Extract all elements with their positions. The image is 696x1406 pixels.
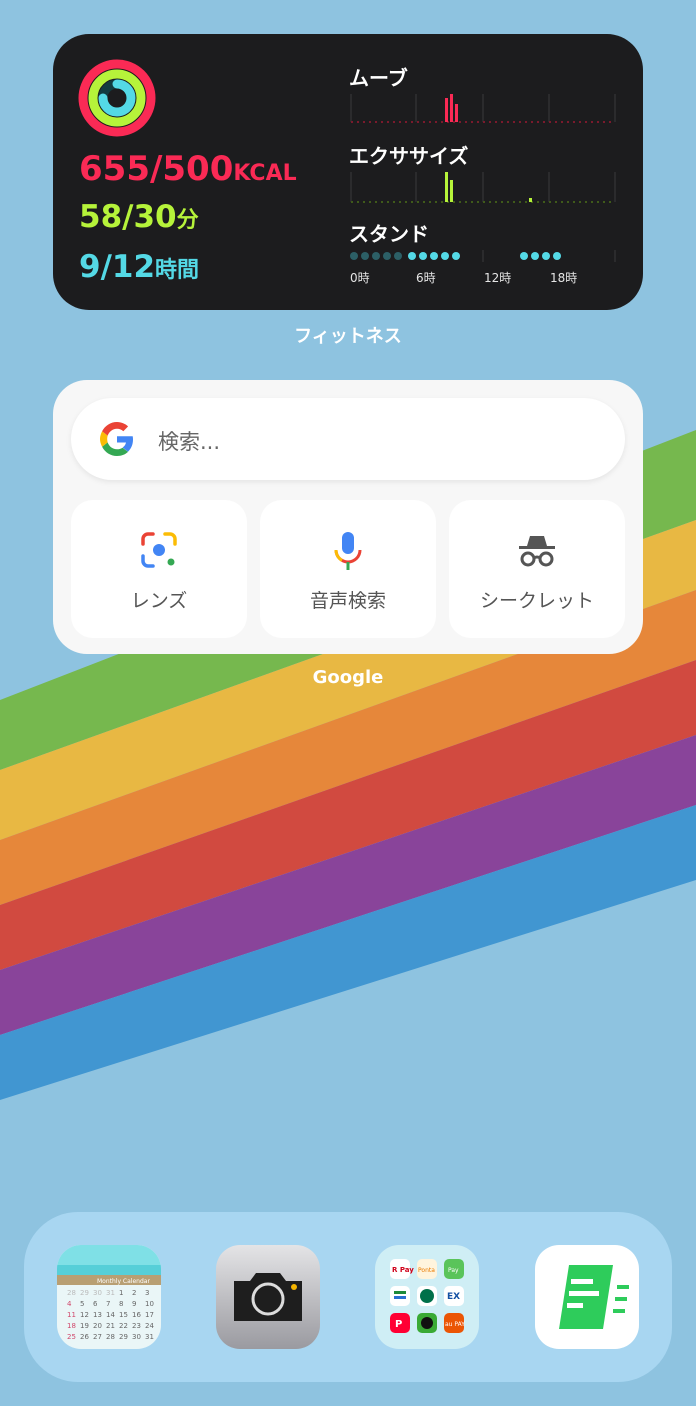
move-chart-label: ムーブ bbox=[349, 66, 408, 90]
stand-unit: 時間 bbox=[155, 258, 200, 283]
calendar-day: 7 bbox=[106, 1300, 110, 1308]
calendar-icon: Monthly Calendar 28 29 30 31 1 2 34 5 6 7 8 9 1011 12… bbox=[57, 1245, 161, 1349]
camera-icon bbox=[216, 1245, 320, 1349]
calendar-day: 2 bbox=[132, 1289, 136, 1297]
voice-search-label: 音声検索 bbox=[309, 590, 386, 612]
incognito-label: シークレット bbox=[479, 590, 594, 612]
calendar-day: 10 bbox=[145, 1300, 154, 1308]
calendar-day: 31 bbox=[106, 1289, 115, 1297]
search-placeholder: 検索... bbox=[158, 430, 221, 454]
exercise-chart-label: エクササイズ bbox=[349, 144, 469, 168]
google-search-bar[interactable]: 検索... bbox=[71, 398, 625, 480]
google-widget: 検索... レンズ 音声検索 シークレット bbox=[53, 380, 643, 654]
hour-label-0: 0時 bbox=[350, 271, 370, 285]
calendar-day: 30 bbox=[132, 1333, 141, 1341]
move-chart bbox=[350, 94, 616, 123]
calendar-day: 29 bbox=[80, 1289, 89, 1297]
incognito-icon bbox=[519, 536, 555, 567]
calendar-day: 31 bbox=[145, 1333, 154, 1341]
lens-label: レンズ bbox=[130, 590, 188, 612]
google-widget-caption: Google bbox=[312, 667, 384, 688]
calendar-day: 21 bbox=[106, 1322, 115, 1330]
calendar-day: 24 bbox=[145, 1322, 154, 1330]
calendar-day: 17 bbox=[145, 1311, 154, 1319]
monthly-calendar-app[interactable]: Monthly Calendar 28 29 30 31 1 2 3 4 5 6 7 8 9 10 11 12… bbox=[57, 1245, 161, 1349]
incognito-button[interactable]: シークレット bbox=[449, 500, 625, 638]
calendar-day: 4 bbox=[67, 1300, 72, 1308]
hour-label-12: 12時 bbox=[484, 271, 512, 285]
stand-chart bbox=[350, 250, 616, 262]
microphone-icon bbox=[334, 532, 362, 570]
calendar-day: 22 bbox=[119, 1322, 128, 1330]
stand-stat: 9/12時間 bbox=[79, 249, 199, 285]
move-stat: 655/500KCAL bbox=[79, 149, 297, 189]
notes-app[interactable] bbox=[535, 1245, 639, 1349]
payment-folder[interactable]: R Pay Ponta Pay EX P au PAY bbox=[375, 1245, 479, 1349]
calendar-day: 27 bbox=[93, 1333, 102, 1341]
calendar-day: 26 bbox=[80, 1333, 89, 1341]
svg-text:EX: EX bbox=[447, 1292, 460, 1302]
calendar-day: 12 bbox=[80, 1311, 89, 1319]
calendar-day: 30 bbox=[93, 1289, 102, 1297]
svg-text:Ponta: Ponta bbox=[418, 1267, 435, 1274]
move-unit: KCAL bbox=[233, 161, 297, 186]
svg-text:R Pay: R Pay bbox=[392, 1266, 414, 1274]
calendar-day: 18 bbox=[67, 1322, 76, 1330]
calendar-day: 6 bbox=[93, 1300, 98, 1308]
calendar-day: 28 bbox=[106, 1333, 115, 1341]
calendar-day: 19 bbox=[80, 1322, 89, 1330]
calendar-day: 11 bbox=[67, 1311, 76, 1319]
folder-icon: R Pay Ponta Pay EX P au PAY bbox=[375, 1245, 479, 1349]
exercise-value: 58/30 bbox=[79, 199, 177, 235]
stand-chart-label: スタンド bbox=[349, 222, 429, 246]
calendar-day: 3 bbox=[145, 1289, 149, 1297]
calendar-day: 28 bbox=[67, 1289, 76, 1297]
voice-search-button[interactable]: 音声検索 bbox=[260, 500, 436, 638]
calendar-day: 16 bbox=[132, 1311, 141, 1319]
calendar-day: 25 bbox=[67, 1333, 76, 1341]
stand-value: 9/12 bbox=[79, 249, 156, 285]
calendar-day: 1 bbox=[119, 1289, 123, 1297]
hour-label-6: 6時 bbox=[416, 271, 436, 285]
svg-text:P: P bbox=[395, 1319, 402, 1330]
calendar-header-text: Monthly Calendar bbox=[97, 1278, 150, 1285]
camera-app[interactable] bbox=[216, 1245, 320, 1349]
calendar-day: 8 bbox=[119, 1300, 123, 1308]
calendar-day: 29 bbox=[119, 1333, 128, 1341]
move-value: 655/500 bbox=[79, 149, 234, 189]
fitness-widget[interactable]: 655/500KCAL 58/30分 9/12時間 ムーブ エクササイズ スタン… bbox=[53, 34, 643, 310]
lens-button[interactable]: レンズ bbox=[71, 500, 247, 638]
calendar-day: 20 bbox=[93, 1322, 102, 1330]
svg-text:Pay: Pay bbox=[448, 1267, 459, 1274]
calendar-day: 9 bbox=[132, 1300, 136, 1308]
exercise-unit: 分 bbox=[176, 208, 199, 233]
calendar-day: 23 bbox=[132, 1322, 141, 1330]
activity-rings-icon bbox=[78, 59, 156, 137]
svg-text:au PAY: au PAY bbox=[445, 1321, 465, 1328]
calendar-day: 15 bbox=[119, 1311, 128, 1319]
fitness-widget-caption: フィットネス bbox=[294, 326, 402, 347]
exercise-stat: 58/30分 bbox=[79, 199, 199, 235]
calendar-day: 13 bbox=[93, 1311, 102, 1319]
exercise-chart bbox=[350, 172, 616, 203]
hour-label-18: 18時 bbox=[550, 271, 578, 285]
notes-icon bbox=[535, 1245, 639, 1349]
calendar-day: 14 bbox=[106, 1311, 115, 1319]
google-logo-icon bbox=[100, 422, 133, 456]
lens-icon bbox=[141, 532, 177, 568]
calendar-day: 5 bbox=[80, 1300, 84, 1308]
